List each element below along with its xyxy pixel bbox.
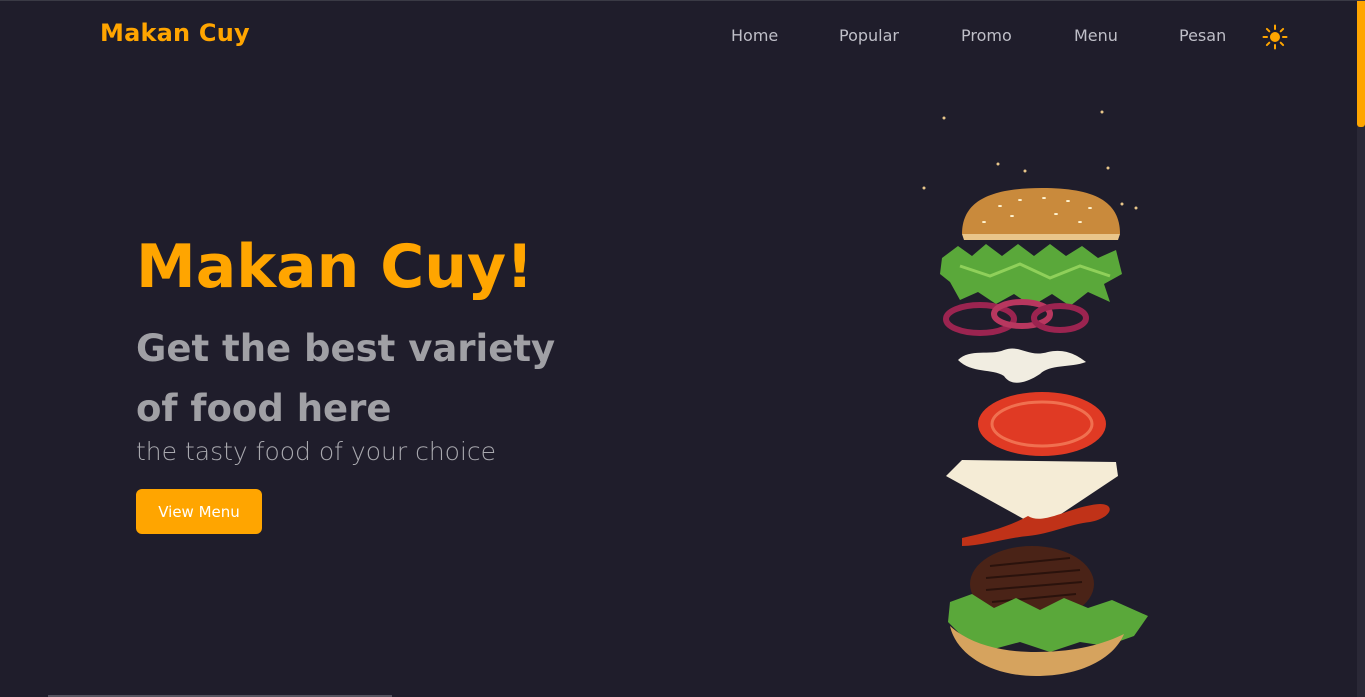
scrollbar-thumb[interactable] [1357,1,1365,127]
nav-popular[interactable]: Popular [839,26,899,45]
view-menu-button[interactable]: View Menu [136,489,262,534]
scrollbar-track[interactable] [1357,1,1365,697]
nav-home[interactable]: Home [731,26,778,45]
main-nav: Home Popular Promo Menu Pesan [0,26,1365,50]
nav-pesan[interactable]: Pesan [1179,26,1226,45]
hero-tagline: the tasty food of your choice [136,437,497,466]
hero-subtitle: Get the best variety of food here [136,327,556,430]
nav-promo[interactable]: Promo [961,26,1012,45]
burger-illustration [922,110,1148,676]
nav-menu[interactable]: Menu [1074,26,1118,45]
theme-toggle-button[interactable] [1262,24,1288,50]
page: Makan Cuy Home Popular Promo Menu Pesan … [0,0,1365,697]
hero-title: Makan Cuy! [136,232,534,302]
sun-icon [1262,24,1288,50]
